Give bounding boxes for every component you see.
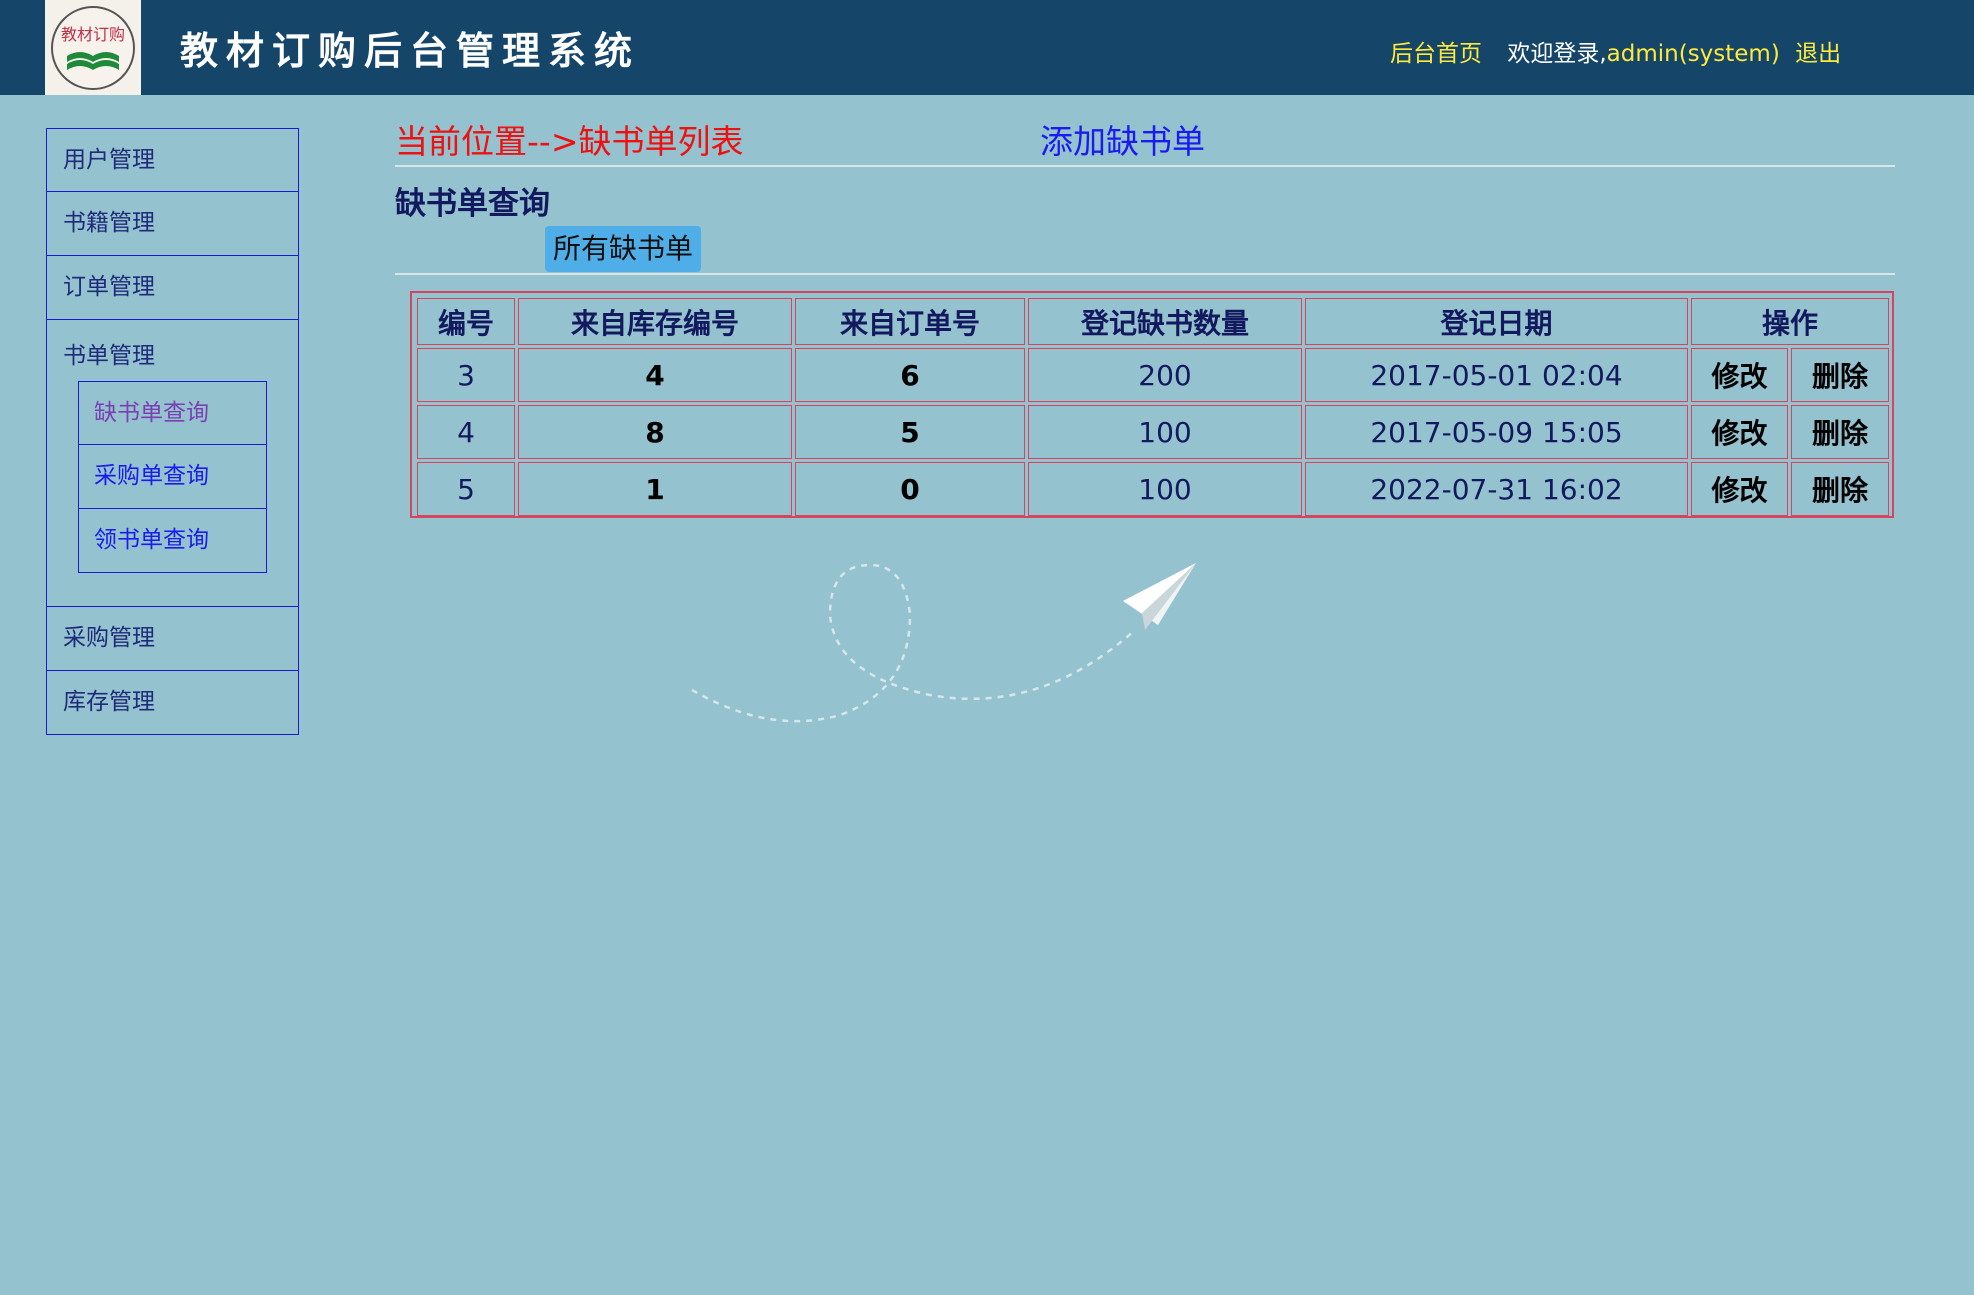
table-row: 3 4 6 200 2017-05-01 02:04 修改 删除 [417, 348, 1889, 402]
header-links: 后台首页 欢迎登录,admin(system) 退出 [1390, 34, 1841, 68]
cell-stock-id: 1 [518, 462, 792, 516]
sidebar-item-stock-management[interactable]: 库存管理 [46, 671, 299, 735]
divider [395, 165, 1895, 167]
cell-quantity: 100 [1028, 405, 1302, 459]
cell-stock-id: 4 [518, 348, 792, 402]
sidebar-subitem-purchase-query[interactable]: 采购单查询 [78, 445, 267, 509]
cell-id: 5 [417, 462, 515, 516]
sidebar-item-user-management[interactable]: 用户管理 [46, 128, 299, 192]
col-header-quantity: 登记缺书数量 [1028, 298, 1302, 345]
cell-date: 2017-05-09 15:05 [1305, 405, 1688, 459]
home-link[interactable]: 后台首页 [1390, 41, 1482, 67]
table-row: 4 8 5 100 2017-05-09 15:05 修改 删除 [417, 405, 1889, 459]
delete-button[interactable]: 删除 [1791, 405, 1889, 459]
all-shortages-button[interactable]: 所有缺书单 [545, 226, 701, 272]
current-user: admin(system) [1606, 41, 1780, 67]
col-header-stock-id: 来自库存编号 [518, 298, 792, 345]
section-title: 缺书单查询 [395, 186, 550, 222]
logo: 教材订购 [45, 0, 141, 95]
paper-plane-icon [691, 563, 1196, 723]
delete-button[interactable]: 删除 [1791, 462, 1889, 516]
edit-button[interactable]: 修改 [1691, 405, 1788, 459]
cell-order-id: 6 [795, 348, 1025, 402]
delete-button[interactable]: 删除 [1791, 348, 1889, 402]
sidebar-item-order-management[interactable]: 订单管理 [46, 256, 299, 320]
submenu: 缺书单查询 采购单查询 领书单查询 [78, 381, 267, 573]
book-logo-icon: 教材订购 [51, 6, 135, 90]
shortage-table: 编号 来自库存编号 来自订单号 登记缺书数量 登记日期 操作 3 4 6 200… [410, 291, 1894, 518]
sidebar-item-booklist-management[interactable]: 书单管理 [63, 336, 155, 370]
breadcrumb: 当前位置-->缺书单列表 [395, 122, 744, 161]
sidebar-item-purchase-management[interactable]: 采购管理 [46, 607, 299, 671]
sidebar-subitem-receipt-query[interactable]: 领书单查询 [78, 509, 267, 573]
edit-button[interactable]: 修改 [1691, 462, 1788, 516]
sidebar-subitem-shortage-query[interactable]: 缺书单查询 [78, 381, 267, 445]
divider [395, 273, 1895, 275]
top-header: 教材订购 教材订购后台管理系统 后台首页 欢迎登录,admin(system) … [0, 0, 1974, 95]
cell-date: 2022-07-31 16:02 [1305, 462, 1688, 516]
cell-date: 2017-05-01 02:04 [1305, 348, 1688, 402]
cell-stock-id: 8 [518, 405, 792, 459]
col-header-date: 登记日期 [1305, 298, 1688, 345]
col-header-id: 编号 [417, 298, 515, 345]
logout-link[interactable]: 退出 [1795, 41, 1841, 67]
cell-order-id: 5 [795, 405, 1025, 459]
app-title: 教材订购后台管理系统 [180, 28, 641, 73]
col-header-actions: 操作 [1691, 298, 1889, 345]
cell-quantity: 200 [1028, 348, 1302, 402]
edit-button[interactable]: 修改 [1691, 348, 1788, 402]
cell-quantity: 100 [1028, 462, 1302, 516]
table-row: 5 1 0 100 2022-07-31 16:02 修改 删除 [417, 462, 1889, 516]
sidebar-group-booklist: 书单管理 缺书单查询 采购单查询 领书单查询 [46, 320, 299, 607]
cell-id: 4 [417, 405, 515, 459]
logo-text: 教材订购 [61, 25, 125, 44]
welcome-text: 欢迎登录, [1507, 41, 1607, 67]
add-shortage-link[interactable]: 添加缺书单 [1040, 115, 1205, 163]
sidebar-item-book-management[interactable]: 书籍管理 [46, 192, 299, 256]
table-header-row: 编号 来自库存编号 来自订单号 登记缺书数量 登记日期 操作 [417, 298, 1889, 345]
sidebar: 用户管理 书籍管理 订单管理 书单管理 缺书单查询 采购单查询 领书单查询 采购… [46, 128, 300, 735]
cell-id: 3 [417, 348, 515, 402]
col-header-order-id: 来自订单号 [795, 298, 1025, 345]
cell-order-id: 0 [795, 462, 1025, 516]
